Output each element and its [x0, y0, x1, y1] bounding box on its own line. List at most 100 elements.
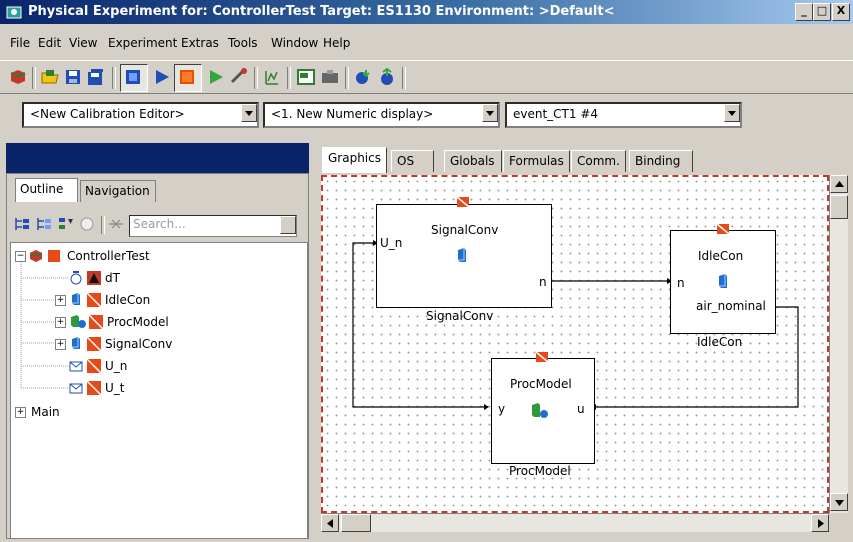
- search-input[interactable]: Search...: [129, 215, 297, 237]
- toolbar-separator: [101, 216, 105, 234]
- tab-os[interactable]: OS: [391, 150, 434, 172]
- signalconv-block[interactable]: SignalConv U_n n: [376, 204, 552, 308]
- procmodel-block[interactable]: ProcModel u y: [491, 358, 595, 464]
- scroll-thumb[interactable]: [830, 195, 848, 219]
- menu-edit[interactable]: Edit: [38, 36, 61, 50]
- save-icon[interactable]: [63, 67, 83, 87]
- stop-icon: [126, 70, 140, 84]
- tree-item-dt[interactable]: dT: [11, 269, 211, 287]
- tab-formulas[interactable]: Formulas: [503, 150, 570, 172]
- output-port-label: y: [498, 402, 506, 416]
- panel-header: [6, 143, 309, 173]
- idlecon-caption: IdleCon: [697, 335, 743, 349]
- tree-item-idlecon[interactable]: + IdleCon: [11, 291, 211, 309]
- tree-item-main[interactable]: + Main: [11, 403, 211, 421]
- stop-all-button[interactable]: [120, 64, 148, 92]
- scroll-up-button[interactable]: [830, 175, 848, 193]
- chevron-down-icon[interactable]: [280, 216, 296, 234]
- tab-outline[interactable]: Outline: [15, 178, 78, 202]
- tools-icon[interactable]: [229, 67, 249, 87]
- menu-tools[interactable]: Tools: [228, 36, 258, 50]
- maximize-button[interactable]: □: [813, 3, 831, 21]
- expand-icon[interactable]: +: [55, 339, 66, 350]
- circle-icon[interactable]: [79, 216, 95, 232]
- filter-icon[interactable]: [57, 216, 75, 232]
- tree-item-u-t[interactable]: U_t: [11, 379, 211, 397]
- procmodel-caption: ProcModel: [509, 464, 571, 478]
- block-marker-icon: [456, 196, 470, 208]
- chevron-down-icon[interactable]: [241, 104, 257, 122]
- toolbar-separator: [287, 67, 291, 89]
- tree-item-controllertest[interactable]: − ControllerTest: [11, 247, 211, 265]
- download-icon[interactable]: [353, 67, 373, 87]
- hardware-icon[interactable]: [320, 67, 340, 87]
- tab-binding[interactable]: Binding: [629, 150, 693, 172]
- scroll-right-button[interactable]: [811, 514, 829, 532]
- menu-experiment[interactable]: Experiment: [108, 36, 177, 50]
- input-port-label: U_n: [380, 236, 403, 250]
- chevron-down-icon[interactable]: [482, 104, 498, 122]
- title-bar[interactable]: Physical Experiment for: ControllerTest …: [0, 0, 853, 24]
- tab-comm[interactable]: Comm.: [571, 150, 626, 172]
- vertical-scrollbar[interactable]: [829, 175, 848, 513]
- tab-navigation[interactable]: Navigation: [80, 180, 156, 202]
- hierarchy-icon[interactable]: [13, 216, 31, 232]
- collapse-icon[interactable]: −: [15, 251, 26, 262]
- toolbar-separator: [254, 67, 258, 89]
- chevron-down-icon[interactable]: [724, 104, 740, 122]
- calibration-editor-value: <New Calibration Editor>: [30, 107, 185, 121]
- open-icon[interactable]: [40, 67, 60, 87]
- stop-red-icon: [180, 70, 194, 84]
- expand-icon[interactable]: +: [55, 295, 66, 306]
- tree-item-signalconv[interactable]: + SignalConv: [11, 335, 211, 353]
- numeric-display-select[interactable]: <1. New Numeric display>: [263, 102, 500, 128]
- horizontal-scrollbar[interactable]: [321, 513, 829, 532]
- signal-icon[interactable]: [262, 67, 282, 87]
- toolbar-separator: [402, 67, 406, 89]
- dropdown-bar: <New Calibration Editor> <1. New Numeric…: [0, 96, 853, 136]
- expand-all-icon[interactable]: [35, 216, 53, 232]
- close-button[interactable]: X: [832, 3, 850, 21]
- search-placeholder: Search...: [133, 217, 186, 231]
- process-model-icon: [532, 403, 548, 418]
- block-title: ProcModel: [510, 377, 572, 391]
- tree-item-u-n[interactable]: U_n: [11, 357, 211, 375]
- window-icon[interactable]: [296, 67, 316, 87]
- experiment-icon[interactable]: [8, 67, 28, 87]
- tree-item-procmodel[interactable]: + ProcModel: [11, 313, 211, 331]
- idlecon-block[interactable]: IdleCon n air_nominal: [670, 230, 776, 334]
- toolbar-separator: [345, 67, 349, 89]
- graphics-canvas[interactable]: SignalConv U_n n SignalConv IdleCon n ai…: [321, 175, 829, 513]
- event-value: event_CT1 #4: [513, 107, 599, 121]
- menu-help[interactable]: Help: [323, 36, 350, 50]
- scroll-down-button[interactable]: [830, 493, 848, 511]
- start-measure-icon[interactable]: [206, 67, 226, 87]
- save-all-icon[interactable]: [86, 67, 106, 87]
- link-icon[interactable]: [107, 216, 125, 232]
- play-icon[interactable]: [152, 67, 172, 87]
- menu-extras[interactable]: Extras: [181, 36, 219, 50]
- block-title: SignalConv: [431, 223, 499, 237]
- upload-icon[interactable]: [377, 67, 397, 87]
- module-icon: [48, 250, 60, 262]
- menu-window[interactable]: Window: [271, 36, 318, 50]
- module-icon: [87, 293, 101, 307]
- event-select[interactable]: event_CT1 #4: [505, 102, 742, 128]
- stop-measure-button[interactable]: [174, 64, 202, 92]
- toolbar: [0, 60, 853, 94]
- menu-file[interactable]: File: [10, 36, 30, 50]
- tab-globals[interactable]: Globals: [444, 150, 502, 172]
- expand-icon[interactable]: +: [55, 317, 66, 328]
- block-title: IdleCon: [698, 249, 744, 263]
- scroll-left-button[interactable]: [321, 514, 339, 532]
- expand-icon[interactable]: +: [15, 407, 26, 418]
- minimize-button[interactable]: _: [795, 3, 813, 21]
- menu-bar: File Edit View Experiment Extras Tools W…: [0, 26, 853, 60]
- tree-item-label: ProcModel: [107, 315, 169, 329]
- tab-graphics[interactable]: Graphics: [322, 147, 387, 173]
- menu-view[interactable]: View: [69, 36, 97, 50]
- calibration-editor-select[interactable]: <New Calibration Editor>: [22, 102, 259, 128]
- timer-icon: [70, 271, 82, 285]
- app-icon: [6, 6, 22, 19]
- scroll-thumb[interactable]: [341, 514, 371, 532]
